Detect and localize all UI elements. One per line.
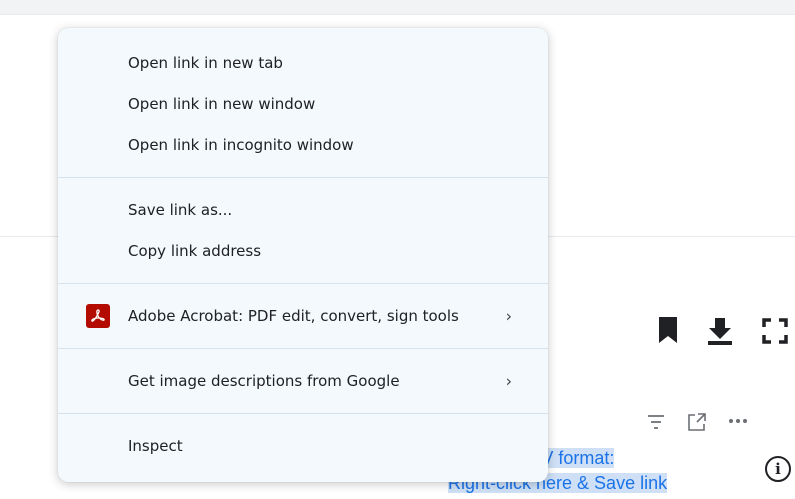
menu-item-copy-link-address[interactable]: Copy link address xyxy=(58,230,548,271)
menu-item-label: Get image descriptions from Google xyxy=(128,371,400,390)
menu-separator xyxy=(58,177,548,178)
acrobat-icon xyxy=(86,303,110,328)
menu-item-label: Open link in incognito window xyxy=(128,135,354,154)
info-icon[interactable]: i xyxy=(765,456,791,482)
fullscreen-icon[interactable] xyxy=(762,318,788,344)
menu-item-image-descriptions[interactable]: Get image descriptions from Google › xyxy=(58,360,548,401)
menu-separator xyxy=(58,348,548,349)
menu-item-label: Open link in new tab xyxy=(128,53,283,72)
menu-item-open-incognito[interactable]: Open link in incognito window xyxy=(58,124,548,165)
menu-item-open-new-window[interactable]: Open link in new window xyxy=(58,83,548,124)
download-icon[interactable] xyxy=(705,316,735,346)
menu-item-open-new-tab[interactable]: Open link in new tab xyxy=(58,42,548,83)
menu-separator xyxy=(58,413,548,414)
menu-item-inspect[interactable]: Inspect xyxy=(58,425,548,466)
menu-separator xyxy=(58,283,548,284)
more-icon[interactable] xyxy=(728,418,748,424)
chevron-right-icon: › xyxy=(505,371,512,390)
filter-icon[interactable] xyxy=(646,413,666,431)
context-menu: Open link in new tab Open link in new wi… xyxy=(58,28,548,482)
menu-item-label: Copy link address xyxy=(128,241,262,260)
menu-item-save-link-as[interactable]: Save link as... xyxy=(58,189,548,230)
page-top-strip xyxy=(0,0,795,15)
menu-item-label: Open link in new window xyxy=(128,94,316,113)
menu-item-label: Save link as... xyxy=(128,200,233,219)
bookmark-icon[interactable] xyxy=(657,316,679,344)
menu-item-label: Adobe Acrobat: PDF edit, convert, sign t… xyxy=(128,306,459,325)
menu-item-adobe-acrobat[interactable]: Adobe Acrobat: PDF edit, convert, sign t… xyxy=(58,295,548,336)
menu-item-label: Inspect xyxy=(128,436,183,455)
expand-icon[interactable] xyxy=(686,411,708,433)
chevron-right-icon: › xyxy=(505,306,512,325)
